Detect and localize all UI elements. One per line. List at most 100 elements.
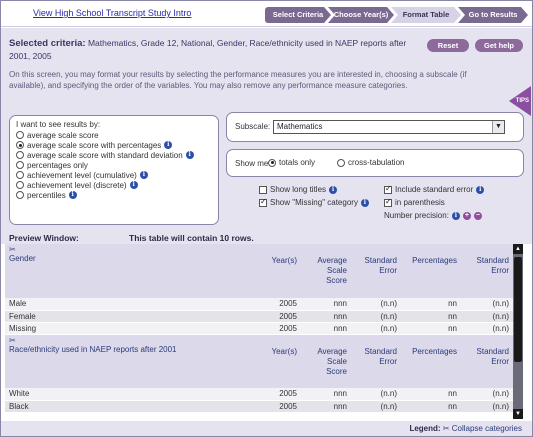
radio-average-with-std-dev[interactable] bbox=[16, 151, 24, 159]
checkbox-missing-category[interactable] bbox=[259, 197, 267, 207]
checkbox-standard-error[interactable] bbox=[384, 184, 392, 194]
column-header: Percentages bbox=[401, 334, 461, 388]
top-nav: View High School Transcript Study Intro … bbox=[1, 1, 532, 27]
cell-standard-error: (n.n) bbox=[351, 298, 401, 311]
scroll-down-icon[interactable]: ▼ bbox=[513, 409, 523, 419]
option-in-parenthesis[interactable]: in parenthesis bbox=[384, 197, 445, 207]
cell-year: 2005 bbox=[255, 388, 301, 401]
option-show-missing[interactable]: Show "Missing" category i bbox=[259, 197, 369, 207]
option-percentiles[interactable]: percentiles i bbox=[16, 190, 212, 200]
preview-table: ✂ Gender Year(s) Average Scale Score Sta… bbox=[5, 244, 513, 419]
step-format-table[interactable]: Format Table bbox=[391, 7, 461, 23]
info-icon[interactable]: i bbox=[139, 171, 148, 179]
transcript-intro-link[interactable]: View High School Transcript Study Intro bbox=[33, 8, 191, 18]
cell-standard-error: (n.n) bbox=[461, 310, 513, 323]
selected-criteria: Selected criteria: Mathematics, Grade 12… bbox=[9, 37, 409, 62]
row-label: White bbox=[5, 388, 255, 401]
app-window: View High School Transcript Study Intro … bbox=[0, 0, 533, 437]
info-icon[interactable]: i bbox=[164, 141, 173, 149]
table-row: White 2005 nnn (n.n) nn (n.n) bbox=[5, 388, 513, 401]
step-choose-years[interactable]: Choose Year(s) bbox=[328, 7, 394, 23]
cell-standard-error: (n.n) bbox=[461, 400, 513, 413]
plus-icon[interactable]: + bbox=[462, 211, 471, 220]
radio-cross-tabulation[interactable] bbox=[337, 158, 345, 167]
table-scrollbar[interactable]: ▲ ▼ bbox=[513, 244, 523, 419]
option-label: percentiles bbox=[27, 190, 66, 200]
option-achievement-cumulative[interactable]: achievement level (cumulative) i bbox=[16, 170, 212, 180]
info-icon[interactable]: i bbox=[476, 185, 485, 194]
info-icon[interactable]: i bbox=[451, 211, 460, 220]
option-label: cross-tabulation bbox=[348, 158, 405, 167]
legend-collapse-text: Collapse categories bbox=[451, 424, 522, 433]
cell-year: 2005 bbox=[255, 310, 301, 323]
radio-average-scale-score[interactable] bbox=[16, 131, 24, 139]
option-average-with-std-dev[interactable]: average scale score with standard deviat… bbox=[16, 150, 212, 160]
option-label: percentages only bbox=[27, 160, 88, 170]
info-icon[interactable]: i bbox=[329, 185, 338, 194]
table-header-row: ✂ Gender Year(s) Average Scale Score Sta… bbox=[5, 244, 513, 298]
subscale-value: Mathematics bbox=[277, 122, 323, 131]
option-cross-tabulation[interactable]: cross-tabulation bbox=[337, 158, 404, 167]
info-icon[interactable]: i bbox=[185, 151, 194, 159]
option-label: totals only bbox=[279, 158, 316, 167]
scroll-up-icon[interactable]: ▲ bbox=[513, 244, 523, 254]
radio-percentages-only[interactable] bbox=[16, 161, 24, 169]
radio-average-with-percentages[interactable] bbox=[16, 141, 24, 149]
column-header: Standard Error bbox=[461, 244, 513, 298]
variable-header: ✂ Race/ethnicity used in NAEP reports af… bbox=[5, 334, 255, 388]
option-average-with-percentages[interactable]: average scale score with percentages i bbox=[16, 140, 212, 150]
preview-header: Preview Window: This table will contain … bbox=[1, 231, 532, 244]
radio-achievement-discrete[interactable] bbox=[16, 181, 24, 189]
subscale-select[interactable]: Mathematics ▼ bbox=[273, 120, 505, 134]
get-help-button[interactable]: Get help bbox=[475, 39, 523, 52]
option-label: Include standard error bbox=[395, 185, 474, 194]
legend-bar: Legend: ✂ Collapse categories bbox=[1, 421, 532, 436]
step-go-to-results[interactable]: Go to Results bbox=[458, 7, 528, 23]
cell-percentage: nn bbox=[401, 388, 461, 401]
option-label: achievement level (discrete) bbox=[27, 180, 127, 190]
option-label: average scale score bbox=[27, 130, 99, 140]
option-label: Show long titles bbox=[270, 185, 327, 194]
show-me-box: Show me totals only cross-tabulation bbox=[226, 149, 524, 177]
scissors-icon[interactable]: ✂ bbox=[9, 246, 251, 254]
criteria-label: Selected criteria: bbox=[9, 38, 86, 49]
cell-average: nnn bbox=[301, 400, 351, 413]
cell-standard-error: (n.n) bbox=[351, 322, 401, 335]
radio-percentiles[interactable] bbox=[16, 191, 24, 199]
option-include-standard-error[interactable]: Include standard error i bbox=[384, 184, 485, 194]
info-icon[interactable]: i bbox=[129, 181, 138, 189]
minus-icon[interactable]: − bbox=[473, 211, 482, 220]
cell-average: nnn bbox=[301, 322, 351, 335]
table-row: Male 2005 nnn (n.n) nn (n.n) bbox=[5, 298, 513, 311]
column-header: Year(s) bbox=[255, 334, 301, 388]
row-label: Female bbox=[5, 310, 255, 323]
variable-header: ✂ Gender bbox=[5, 244, 255, 298]
cell-year: 2005 bbox=[255, 400, 301, 413]
option-achievement-discrete[interactable]: achievement level (discrete) i bbox=[16, 180, 212, 190]
option-percentages-only[interactable]: percentages only bbox=[16, 160, 212, 170]
info-icon[interactable]: i bbox=[68, 191, 77, 199]
column-header: Year(s) bbox=[255, 244, 301, 298]
chevron-down-icon[interactable]: ▼ bbox=[492, 121, 504, 133]
option-totals-only[interactable]: totals only bbox=[268, 158, 315, 167]
scissors-icon[interactable]: ✂ bbox=[9, 336, 251, 345]
info-icon[interactable]: i bbox=[360, 198, 369, 207]
checkbox-long-titles[interactable] bbox=[259, 185, 267, 194]
step-select-criteria[interactable]: Select Criteria bbox=[265, 7, 331, 23]
instructions-text: On this screen, you may format your resu… bbox=[9, 70, 467, 90]
legend: Legend: ✂ Collapse categories bbox=[409, 424, 522, 433]
option-show-long-titles[interactable]: Show long titles i bbox=[259, 185, 338, 194]
option-average-scale-score[interactable]: average scale score bbox=[16, 130, 212, 140]
variable-name: Gender bbox=[9, 254, 36, 263]
scroll-thumb[interactable] bbox=[514, 257, 522, 362]
cell-standard-error: (n.n) bbox=[461, 298, 513, 311]
results-by-heading: I want to see results by: bbox=[16, 120, 101, 129]
table-row: Female 2005 nnn (n.n) nn (n.n) bbox=[5, 310, 513, 323]
radio-totals-only[interactable] bbox=[268, 158, 276, 167]
checkbox-in-parenthesis[interactable] bbox=[384, 197, 392, 207]
reset-button[interactable]: Reset bbox=[427, 39, 469, 52]
cell-average: nnn bbox=[301, 310, 351, 323]
radio-achievement-cumulative[interactable] bbox=[16, 171, 24, 179]
cell-percentage: nn bbox=[401, 310, 461, 323]
row-label: Missing bbox=[5, 322, 255, 335]
